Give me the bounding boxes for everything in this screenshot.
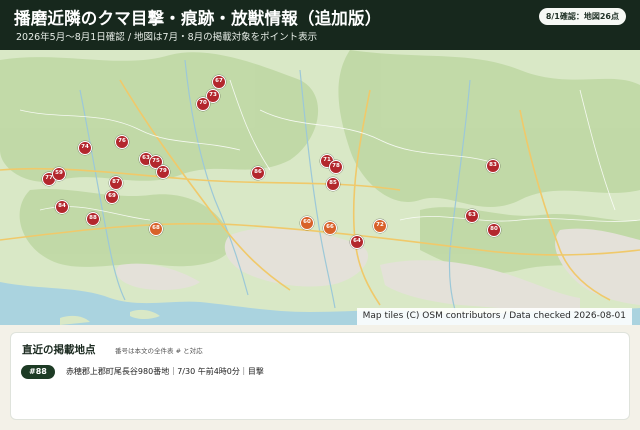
map-marker-80[interactable]: 80 <box>487 223 501 237</box>
map-marker-66[interactable]: 66 <box>323 221 337 235</box>
map-marker-83[interactable]: 83 <box>486 159 500 173</box>
map-marker-67[interactable]: 67 <box>212 75 226 89</box>
header-bar: 播磨近隣のクマ目撃・痕跡・放獣情報（追加版） 2026年5月〜8月1日確認 / … <box>0 0 640 50</box>
map-marker-72[interactable]: 72 <box>373 219 387 233</box>
map-marker-63[interactable]: 63 <box>465 209 479 223</box>
map-view[interactable]: 67 73 70 74 76 63 75 79 71 78 77 59 87 69 86 85 83 84 88 68… <box>0 50 640 325</box>
map-marker-74[interactable]: 74 <box>78 141 92 155</box>
map-marker-64[interactable]: 64 <box>350 235 364 249</box>
entry-id-badge: #88 <box>21 364 55 379</box>
entry-text: 赤穂郡上郡町尾長谷980番地｜7/30 午前4時0分｜目撃 <box>65 366 264 376</box>
map-marker-59[interactable]: 59 <box>52 167 66 181</box>
page-title: 播磨近隣のクマ目撃・痕跡・放獣情報（追加版） <box>14 9 382 28</box>
map-marker-86[interactable]: 86 <box>251 166 265 180</box>
map-attribution: Map tiles (C) OSM contributors / Data ch… <box>356 308 632 325</box>
count-badge: 8/1確認：地図26点 <box>538 8 626 25</box>
map-marker-60[interactable]: 60 <box>300 216 314 230</box>
map-marker-84[interactable]: 84 <box>55 200 69 214</box>
recent-points-panel: 直近の掲載地点 番号は本文の全件表 # と対応 #88 赤穂郡上郡町尾長谷980… <box>10 332 630 420</box>
page-subtitle: 2026年5月〜8月1日確認 / 地図は7月・8月の掲載対象をポイント表示 <box>16 32 318 43</box>
map-marker-70[interactable]: 70 <box>196 97 210 111</box>
map-marker-76[interactable]: 76 <box>115 135 129 149</box>
list-item[interactable]: #88 赤穂郡上郡町尾長谷980番地｜7/30 午前4時0分｜目撃 <box>21 361 264 379</box>
map-marker-78[interactable]: 78 <box>329 160 343 174</box>
map-marker-87[interactable]: 87 <box>109 176 123 190</box>
map-marker-68[interactable]: 68 <box>149 222 163 236</box>
panel-title: 直近の掲載地点 <box>22 344 96 356</box>
map-marker-85[interactable]: 85 <box>326 177 340 191</box>
map-marker-69[interactable]: 69 <box>105 190 119 204</box>
map-marker-79[interactable]: 79 <box>156 165 170 179</box>
panel-note: 番号は本文の全件表 # と対応 <box>115 347 203 355</box>
map-marker-88[interactable]: 88 <box>86 212 100 226</box>
map-tiles <box>0 50 640 325</box>
